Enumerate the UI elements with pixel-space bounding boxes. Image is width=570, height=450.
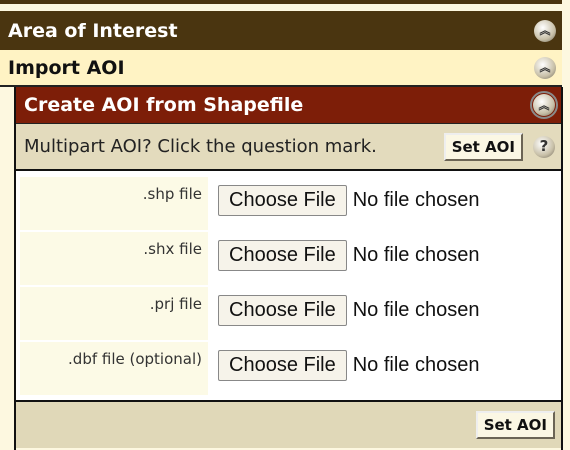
question-mark-icon[interactable]: ? [533,135,555,158]
file-label: .prj file [20,287,208,340]
multipart-toolbar: Multipart AOI? Click the question mark. … [16,124,561,171]
file-label: .dbf file (optional) [20,342,208,395]
set-aoi-footer-button[interactable]: Set AOI [475,411,555,439]
choose-file-button[interactable]: Choose File [218,184,347,216]
file-status: No file chosen [352,243,480,266]
file-row-shp: .shp file Choose File No file chosen [20,177,561,232]
choose-file-button[interactable]: Choose File [218,349,347,381]
choose-file-button[interactable]: Choose File [218,239,347,271]
import-aoi-header[interactable]: Import AOI ︽ [0,50,562,87]
create-aoi-header[interactable]: Create AOI from Shapefile ︽ [16,87,561,124]
collapse-chevron-icon[interactable]: ︽ [534,19,556,42]
file-row-dbf: .dbf file (optional) Choose File No file … [20,342,561,397]
file-label: .shp file [20,177,208,230]
collapse-chevron-icon[interactable]: ︽ [530,91,558,119]
area-of-interest-title: Area of Interest [8,19,178,42]
file-input[interactable]: Choose File No file chosen [208,177,479,223]
multipart-hint: Multipart AOI? Click the question mark. [24,136,377,157]
choose-file-button[interactable]: Choose File [218,294,347,326]
import-aoi-title: Import AOI [8,56,125,79]
collapse-chevron-icon[interactable]: ︽ [534,56,556,79]
file-input[interactable]: Choose File No file chosen [208,342,479,388]
area-of-interest-header[interactable]: Area of Interest ︽ [0,11,562,50]
top-border [0,0,562,4]
footer-toolbar: Set AOI [16,402,561,448]
file-label: .shx file [20,232,208,285]
file-inputs: .shp file Choose File No file chosen .shx… [16,171,561,402]
create-aoi-title: Create AOI from Shapefile [24,94,304,116]
file-status: No file chosen [352,188,480,211]
file-status: No file chosen [352,298,480,321]
file-input[interactable]: Choose File No file chosen [208,287,479,333]
file-status: No file chosen [352,353,480,376]
create-aoi-panel: Create AOI from Shapefile ︽ Multipart AO… [14,87,563,450]
file-input[interactable]: Choose File No file chosen [208,232,479,278]
set-aoi-button[interactable]: Set AOI [443,132,523,161]
file-row-shx: .shx file Choose File No file chosen [20,232,561,287]
file-row-prj: .prj file Choose File No file chosen [20,287,561,342]
